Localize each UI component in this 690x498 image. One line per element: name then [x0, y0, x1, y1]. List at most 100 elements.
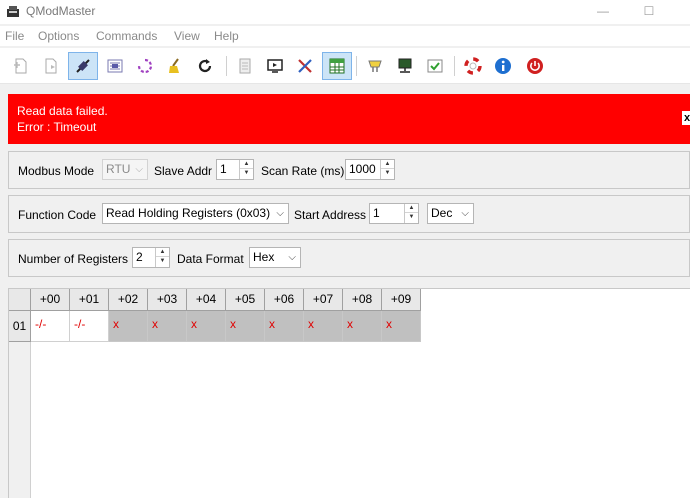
chevron-down-icon: ⌵ — [135, 164, 143, 175]
table-cell[interactable]: -/- — [70, 311, 109, 342]
reset-icon[interactable] — [190, 52, 220, 80]
column-header: +05 — [226, 289, 265, 311]
spin-down-icon[interactable]: ▼ — [156, 257, 169, 266]
start-address-value: 1 — [373, 206, 380, 220]
column-header: +01 — [70, 289, 109, 311]
column-header: +08 — [343, 289, 382, 311]
log-icon[interactable] — [230, 52, 260, 80]
table-cell[interactable]: x — [265, 311, 304, 342]
spin-buttons: ▲ ▼ — [404, 204, 418, 223]
num-registers-spinbox[interactable]: 2 ▲ ▼ — [132, 247, 170, 268]
start-address-spinbox[interactable]: 1 ▲ ▼ — [369, 203, 419, 224]
column-header: +09 — [382, 289, 421, 311]
column-header: +02 — [109, 289, 148, 311]
function-code-label: Function Code — [18, 208, 97, 222]
num-registers-value: 2 — [136, 250, 143, 264]
serial-port-icon[interactable] — [360, 52, 390, 80]
open-file-icon[interactable] — [36, 52, 66, 80]
chevron-down-icon: ⌵ — [461, 208, 469, 219]
column-header: +04 — [187, 289, 226, 311]
modbus-mode-label: Modbus Mode — [18, 164, 95, 178]
row-header: 01 — [9, 311, 31, 342]
address-format-select[interactable]: Dec ⌵ — [427, 203, 474, 224]
error-message: Read data failed. — [17, 104, 108, 118]
column-header: +03 — [148, 289, 187, 311]
scan-rate-label: Scan Rate (ms) — [261, 164, 345, 178]
scan-rate-value: 1000 — [349, 162, 376, 176]
scan-rate-spinbox[interactable]: 1000 ▲ ▼ — [345, 159, 395, 180]
toolbar-separator — [226, 56, 227, 76]
num-registers-label: Number of Registers — [18, 252, 129, 266]
error-detail: Error : Timeout — [17, 120, 97, 134]
modbus-mode-select[interactable]: RTU ⌵ — [102, 159, 148, 180]
maximize-button[interactable]: ☐ — [626, 0, 672, 24]
toolbar-separator — [356, 56, 357, 76]
about-icon[interactable] — [488, 52, 518, 80]
tcp-icon[interactable] — [390, 52, 420, 80]
spin-down-icon[interactable]: ▼ — [240, 169, 253, 178]
row-header-strip — [9, 342, 31, 498]
register-table: +00 +01 +02 +03 +04 +05 +06 +07 +08 +09 … — [8, 288, 690, 498]
table-cell[interactable]: x — [187, 311, 226, 342]
table-cell[interactable]: x — [148, 311, 187, 342]
slave-addr-spinbox[interactable]: 1 ▲ ▼ — [216, 159, 254, 180]
data-format-value: Hex — [253, 250, 275, 264]
app-icon — [7, 6, 19, 17]
table-cell[interactable]: x — [343, 311, 382, 342]
table-cell[interactable]: x — [109, 311, 148, 342]
table-icon[interactable] — [322, 52, 352, 80]
spin-down-icon[interactable]: ▼ — [405, 213, 418, 222]
toolbar-separator — [454, 56, 455, 76]
menu-view[interactable]: View — [174, 29, 200, 43]
new-file-icon[interactable] — [6, 52, 36, 80]
slave-addr-label: Slave Addr — [154, 164, 213, 178]
registers-group: Number of Registers 2 ▲ ▼ Data Format He… — [8, 239, 690, 277]
connection-group: Modbus Mode RTU ⌵ Slave Addr 1 ▲ ▼ Scan … — [8, 151, 690, 189]
address-format-value: Dec — [431, 206, 453, 220]
spin-up-icon[interactable]: ▲ — [156, 248, 169, 257]
start-address-label: Start Address — [294, 208, 367, 222]
chevron-down-icon: ⌵ — [288, 252, 296, 263]
slave-addr-value: 1 — [220, 162, 227, 176]
clear-icon[interactable] — [160, 52, 190, 80]
minimize-button[interactable]: — — [580, 0, 626, 24]
menu-help[interactable]: Help — [214, 29, 239, 43]
spin-buttons: ▲ ▼ — [380, 160, 394, 179]
close-icon[interactable]: x — [682, 111, 690, 125]
menu-options[interactable]: Options — [38, 29, 79, 43]
chevron-down-icon: ⌵ — [276, 208, 284, 219]
data-format-select[interactable]: Hex ⌵ — [249, 247, 301, 268]
column-header: +00 — [31, 289, 70, 311]
spin-up-icon[interactable]: ▲ — [240, 160, 253, 169]
column-header: +06 — [265, 289, 304, 311]
menu-commands[interactable]: Commands — [96, 29, 157, 43]
menu-bar: File Options Commands View Help — [0, 26, 690, 46]
bus-monitor-icon[interactable] — [260, 52, 290, 80]
window-title: QModMaster — [26, 4, 96, 18]
exit-icon[interactable] — [520, 52, 550, 80]
table-cell[interactable]: x — [304, 311, 343, 342]
spin-down-icon[interactable]: ▼ — [381, 169, 394, 178]
read-write-icon[interactable] — [100, 52, 130, 80]
menu-file[interactable]: File — [5, 29, 24, 43]
function-code-value: Read Holding Registers (0x03) — [106, 206, 271, 220]
function-code-select[interactable]: Read Holding Registers (0x03) ⌵ — [102, 203, 289, 224]
data-format-label: Data Format — [177, 252, 244, 266]
error-banner: Read data failed. Error : Timeout x — [8, 94, 690, 144]
spin-up-icon[interactable]: ▲ — [381, 160, 394, 169]
table-corner — [9, 289, 31, 311]
table-cell[interactable]: x — [382, 311, 421, 342]
modbus-mode-value: RTU — [106, 162, 131, 176]
spin-buttons: ▲ ▼ — [239, 160, 253, 179]
table-cell[interactable]: x — [226, 311, 265, 342]
toolbar — [0, 48, 690, 84]
scan-icon[interactable] — [130, 52, 160, 80]
spin-up-icon[interactable]: ▲ — [405, 204, 418, 213]
spin-buttons: ▲ ▼ — [155, 248, 169, 267]
connect-icon[interactable] — [68, 52, 98, 80]
table-cell[interactable]: -/- — [31, 311, 70, 342]
help-icon[interactable] — [458, 52, 488, 80]
settings-icon[interactable] — [420, 52, 450, 80]
function-group: Function Code Read Holding Registers (0x… — [8, 195, 690, 233]
tools-icon[interactable] — [290, 52, 320, 80]
